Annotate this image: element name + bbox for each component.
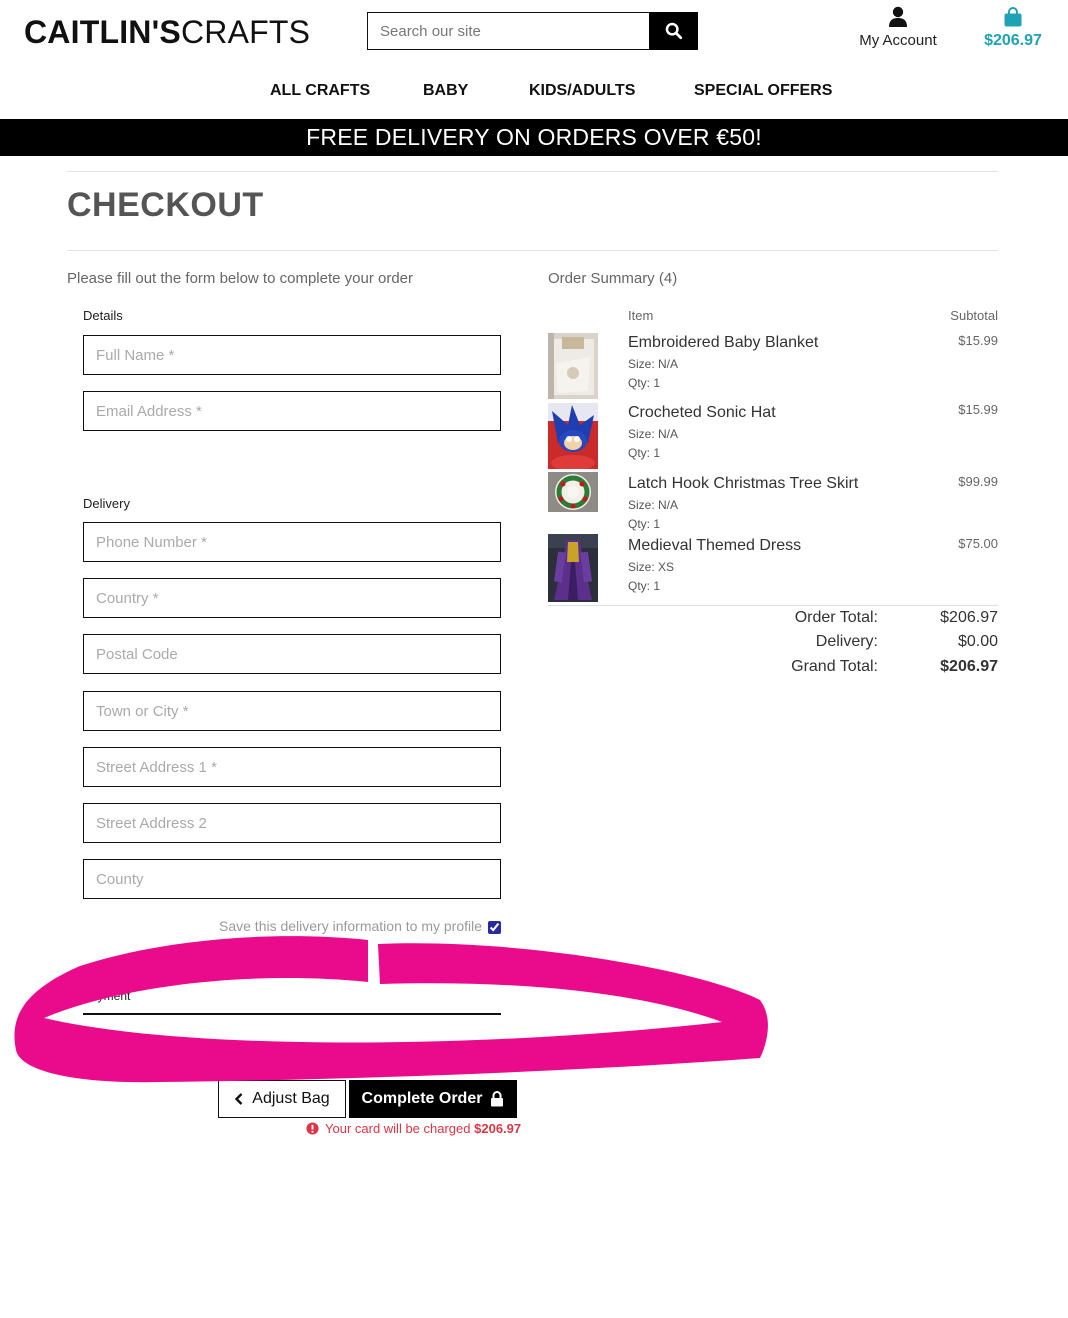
charge-amount: $206.97 <box>474 1121 522 1136</box>
card-element-underline[interactable] <box>83 1013 501 1015</box>
order-item-qty: Qty: 1 <box>628 517 661 531</box>
divider-title <box>67 250 998 251</box>
order-item-size: Size: N/A <box>628 498 679 512</box>
order-item: Latch Hook Christmas Tree Skirt Size: N/… <box>548 472 998 531</box>
order-item: Embroidered Baby Blanket Size: N/A Qty: … <box>548 333 998 399</box>
order-item-size: Size: N/A <box>628 427 679 441</box>
search-input[interactable] <box>367 12 649 50</box>
exclamation-circle-icon <box>306 1122 319 1135</box>
delivery-cost-label: Delivery: <box>815 633 878 650</box>
delivery-banner: FREE DELIVERY ON ORDERS OVER €50! <box>0 119 1068 156</box>
order-item-name: Latch Hook Christmas Tree Skirt <box>628 475 859 492</box>
logo-bold-text: CAITLIN'S <box>24 14 181 50</box>
main-nav: ALL CRAFTS BABY KIDS/ADULTS SPECIAL OFFE… <box>0 80 1068 104</box>
charge-note: Your card will be charged $206.97 <box>306 1121 521 1136</box>
nav-special-offers[interactable]: SPECIAL OFFERS <box>694 82 832 100</box>
save-info-checkbox[interactable] <box>488 920 501 934</box>
tree-skirt-thumbnail <box>548 472 598 512</box>
email-field[interactable] <box>83 391 501 431</box>
grand-total-label: Grand Total: <box>791 658 878 675</box>
search-form <box>367 12 698 50</box>
medieval-dress-thumbnail <box>548 534 598 602</box>
save-info-row: Save this delivery information to my pro… <box>83 918 501 934</box>
subtotal-column-header: Subtotal <box>950 308 998 323</box>
order-item-price: $15.99 <box>958 402 998 417</box>
adjust-bag-button[interactable]: Adjust Bag <box>218 1080 346 1118</box>
order-item-qty: Qty: 1 <box>628 579 661 593</box>
phone-field[interactable] <box>83 522 501 562</box>
search-icon <box>665 22 682 40</box>
my-account-label: My Account <box>859 32 937 49</box>
search-button[interactable] <box>649 12 698 50</box>
chevron-left-icon <box>235 1093 243 1105</box>
adjust-bag-label: Adjust Bag <box>252 1090 330 1107</box>
order-item-price: $75.00 <box>958 536 998 551</box>
checkout-intro: Please fill out the form below to comple… <box>67 270 414 287</box>
grand-total-value: $206.97 <box>940 658 998 675</box>
order-item-qty: Qty: 1 <box>628 376 661 390</box>
baby-blanket-thumbnail <box>548 333 598 399</box>
user-icon <box>889 6 907 27</box>
save-info-label[interactable]: Save this delivery information to my pro… <box>219 918 482 934</box>
order-summary-title: Order Summary (4) <box>548 270 678 287</box>
details-legend: Details <box>83 308 123 323</box>
nav-all-crafts[interactable]: ALL CRAFTS <box>270 82 370 100</box>
lock-icon <box>491 1091 504 1107</box>
site-logo[interactable]: CAITLIN'SCRAFTS <box>24 14 310 51</box>
street-address-2-field[interactable] <box>83 803 501 843</box>
my-account-link[interactable]: My Account <box>848 6 948 49</box>
charge-note-text: Your card will be charged <box>325 1121 471 1136</box>
order-item-price: $15.99 <box>958 333 998 348</box>
order-total-label: Order Total: <box>794 609 878 626</box>
country-field[interactable] <box>83 578 501 618</box>
delivery-legend: Delivery <box>83 496 130 511</box>
order-item-name: Embroidered Baby Blanket <box>628 334 819 351</box>
complete-order-button[interactable]: Complete Order <box>349 1080 517 1118</box>
shopping-bag-link[interactable]: $206.97 <box>978 6 1048 50</box>
payment-legend: Payment <box>83 989 131 1003</box>
divider-top <box>67 171 998 172</box>
summary-divider <box>548 605 998 606</box>
order-item-price: $99.99 <box>958 474 998 489</box>
complete-order-label: Complete Order <box>361 1090 483 1107</box>
order-item-name: Medieval Themed Dress <box>628 537 802 554</box>
town-field[interactable] <box>83 691 501 731</box>
order-item: Medieval Themed Dress Size: XS Qty: 1 $7… <box>548 534 998 602</box>
postcode-field[interactable] <box>83 634 501 674</box>
order-item-qty: Qty: 1 <box>628 446 661 460</box>
order-item-size: Size: N/A <box>628 357 679 371</box>
county-field[interactable] <box>83 859 501 899</box>
sonic-hat-thumbnail <box>548 403 598 469</box>
order-total-value: $206.97 <box>940 609 998 626</box>
nav-baby[interactable]: BABY <box>423 82 468 100</box>
full-name-field[interactable] <box>83 335 501 375</box>
order-item-size: Size: XS <box>628 560 675 574</box>
street-address-1-field[interactable] <box>83 747 501 787</box>
logo-light-text: CRAFTS <box>180 14 311 50</box>
page-title: CHECKOUT <box>67 186 264 224</box>
order-item: Crocheted Sonic Hat Size: N/A Qty: 1 $15… <box>548 402 998 469</box>
item-column-header: Item <box>628 308 654 323</box>
order-item-name: Crocheted Sonic Hat <box>628 404 776 421</box>
delivery-cost-value: $0.00 <box>957 633 998 650</box>
nav-kids-adults[interactable]: KIDS/ADULTS <box>529 82 635 100</box>
bag-total: $206.97 <box>984 32 1042 49</box>
shopping-bag-icon <box>1004 7 1022 27</box>
